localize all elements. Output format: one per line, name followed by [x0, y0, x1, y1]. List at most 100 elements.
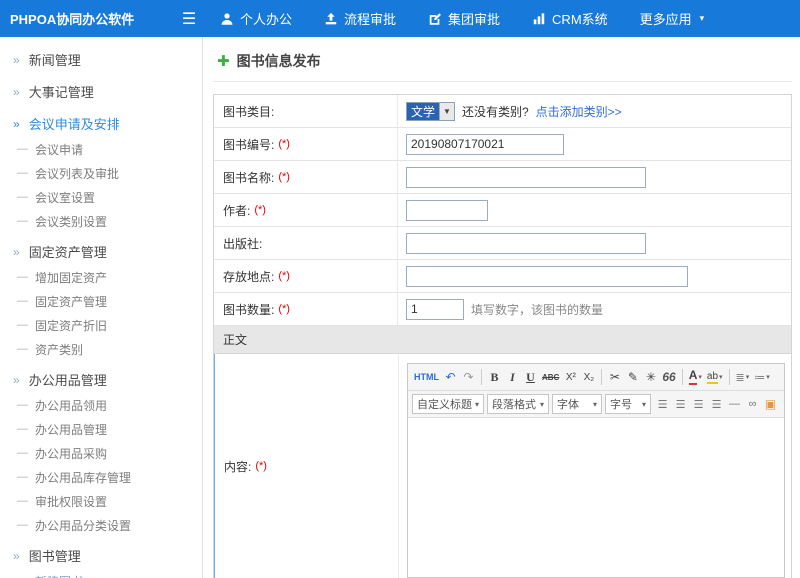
- undo-button[interactable]: ↶: [442, 367, 459, 387]
- book-no-label: 图书编号:: [223, 136, 274, 153]
- sidebar-group-label: 会议申请及安排: [29, 114, 120, 133]
- sidebar-item-supply-stock[interactable]: —办公用品库存管理: [0, 465, 202, 489]
- sidebar-item-supply-purchase[interactable]: —办公用品采购: [0, 441, 202, 465]
- underline-button[interactable]: U: [522, 367, 539, 387]
- highlight-color-button[interactable]: ab▾: [705, 367, 725, 387]
- sidebar-item-supply-receive[interactable]: —办公用品领用: [0, 393, 202, 417]
- sidebar-item-label: 会议申请: [35, 141, 83, 158]
- sidebar-group-news: »新闻管理: [0, 46, 202, 73]
- font-family-select[interactable]: 字体▾: [552, 394, 602, 414]
- sidebar-item-meeting-apply[interactable]: —会议申请: [0, 137, 202, 161]
- bold-button[interactable]: B: [486, 367, 503, 387]
- chevron-down-icon: ▾: [700, 13, 705, 24]
- dropdown-label: 自定义标题: [417, 396, 472, 412]
- sidebar-item-meeting-list-approval[interactable]: —会议列表及审批: [0, 161, 202, 185]
- eraser-button[interactable]: ✎: [624, 367, 641, 387]
- hamburger-icon[interactable]: ☰: [168, 9, 210, 29]
- sidebar-item-meeting-category-setting[interactable]: —会议类别设置: [0, 209, 202, 233]
- image-button[interactable]: ▣: [762, 394, 779, 414]
- sidebar-item-add-fixed-asset[interactable]: —增加固定资产: [0, 265, 202, 289]
- location-input[interactable]: [406, 266, 688, 287]
- dash-icon: —: [17, 295, 28, 307]
- content-label: 内容:: [224, 458, 251, 475]
- italic-button[interactable]: I: [504, 367, 521, 387]
- nav-item-process-approval[interactable]: 流程审批: [324, 9, 396, 28]
- align-right-button[interactable]: ☰: [690, 394, 707, 414]
- sidebar-item-approval-permission[interactable]: —审批权限设置: [0, 489, 202, 513]
- sidebar-item-fixed-asset-manage[interactable]: —固定资产管理: [0, 289, 202, 313]
- sidebar-item-label: 会议室设置: [35, 189, 95, 206]
- html-source-button[interactable]: HTML: [412, 367, 441, 387]
- sidebar-group-meeting: » 会议申请及安排 —会议申请—会议列表及审批—会议室设置—会议类别设置: [0, 110, 202, 233]
- blockquote-button[interactable]: 66: [660, 367, 677, 387]
- align-justify-button[interactable]: ☰: [708, 394, 725, 414]
- sidebar-item-fixed-asset-depreciation[interactable]: —固定资产折旧: [0, 313, 202, 337]
- sidebar-item-label: 办公用品分类设置: [35, 517, 131, 534]
- add-category-link[interactable]: 点击添加类别>>: [536, 103, 622, 120]
- required-mark: (*): [278, 171, 290, 183]
- sidebar-group-memorabilia: »大事记管理: [0, 78, 202, 105]
- paragraph-format-select[interactable]: 段落格式▾: [487, 394, 549, 414]
- nav-item-label: 个人办公: [240, 9, 292, 28]
- sidebar-group-label: 办公用品管理: [29, 370, 107, 389]
- sidebar-item-supply-category[interactable]: — 办公用品分类设置: [0, 513, 202, 537]
- font-size-select[interactable]: 字号▾: [605, 394, 651, 414]
- publisher-input[interactable]: [406, 233, 646, 254]
- link-button[interactable]: ∞: [744, 394, 761, 414]
- sidebar-group-toggle-news[interactable]: »新闻管理: [0, 46, 202, 73]
- chevron-down-icon: ▾: [593, 400, 597, 409]
- app-logo: PHPOA协同办公软件: [0, 9, 168, 28]
- dash-icon: —: [17, 423, 28, 435]
- book-no-input[interactable]: [406, 134, 564, 155]
- dash-icon: —: [17, 519, 28, 531]
- author-input[interactable]: [406, 200, 488, 221]
- sidebar-group-toggle-office-supplies[interactable]: »办公用品管理: [0, 366, 202, 393]
- editor-toolbar-row2: 自定义标题▾段落格式▾字体▾字号▾☰☰☰☰—∞▣☺: [408, 391, 784, 418]
- nav-item-crm-system[interactable]: CRM系统: [532, 9, 608, 28]
- align-left-button[interactable]: ☰: [654, 394, 671, 414]
- align-center-button[interactable]: ☰: [672, 394, 689, 414]
- book-name-input[interactable]: [406, 167, 646, 188]
- sidebar-item-label: 办公用品管理: [35, 421, 107, 438]
- format-painter-icon: ✂: [610, 370, 620, 384]
- chevron-right-icon: »: [13, 118, 20, 130]
- bar-chart-icon: [532, 12, 546, 26]
- horizontal-rule-button[interactable]: —: [726, 394, 743, 414]
- quantity-input[interactable]: [406, 299, 464, 320]
- sidebar-group-toggle-books[interactable]: »图书管理: [0, 542, 202, 569]
- nav-item-group-approval[interactable]: 集团审批: [428, 9, 500, 28]
- sidebar-group-toggle-fixed-assets[interactable]: »固定资产管理: [0, 238, 202, 265]
- ordered-list-button[interactable]: ≣▾: [734, 367, 752, 387]
- custom-title-select[interactable]: 自定义标题▾: [412, 394, 484, 414]
- sidebar-group-toggle-memorabilia[interactable]: »大事记管理: [0, 78, 202, 105]
- sidebar-item-asset-category[interactable]: —资产类别: [0, 337, 202, 361]
- clear-format-button[interactable]: ✳: [642, 367, 659, 387]
- form-row-book-name: 图书名称: (*): [214, 161, 791, 194]
- strikethrough-button[interactable]: ABC: [540, 367, 561, 387]
- nav-item-personal-office[interactable]: 个人办公: [220, 9, 292, 28]
- sidebar-item-label: 办公用品领用: [35, 397, 107, 414]
- image-icon: ▣: [765, 397, 776, 411]
- undo-icon: ↶: [445, 370, 455, 384]
- superscript-button[interactable]: X²: [562, 367, 579, 387]
- unordered-list-button[interactable]: ≔▾: [752, 367, 772, 387]
- category-hint: 还没有类别?: [462, 103, 529, 120]
- dash-icon: —: [17, 343, 28, 355]
- emotion-button[interactable]: ☺: [780, 394, 784, 414]
- sidebar-item-supply-manage[interactable]: — 办公用品管理: [0, 417, 202, 441]
- editor-content-area[interactable]: [408, 418, 784, 577]
- subscript-button[interactable]: X₂: [580, 367, 597, 387]
- sidebar-group-toggle-meeting[interactable]: » 会议申请及安排: [0, 110, 202, 137]
- chevron-down-icon: ▾: [642, 400, 646, 409]
- sidebar-item-new-book[interactable]: —新建图书: [0, 569, 202, 578]
- category-select[interactable]: 文学 ▼: [406, 102, 455, 121]
- sidebar-item-meeting-room-setting[interactable]: —会议室设置: [0, 185, 202, 209]
- format-painter-button[interactable]: ✂: [606, 367, 623, 387]
- redo-button[interactable]: ↷: [460, 367, 477, 387]
- bold-icon: B: [490, 370, 498, 385]
- sidebar-item-label: 办公用品采购: [35, 445, 107, 462]
- quantity-label: 图书数量:: [223, 301, 274, 318]
- nav-item-more-apps[interactable]: 更多应用▾: [640, 9, 705, 28]
- font-color-button[interactable]: A▾: [687, 367, 704, 387]
- main-layout: »新闻管理»大事记管理»会议申请及安排—会议申请—会议列表及审批—会议室设置—会…: [0, 37, 800, 578]
